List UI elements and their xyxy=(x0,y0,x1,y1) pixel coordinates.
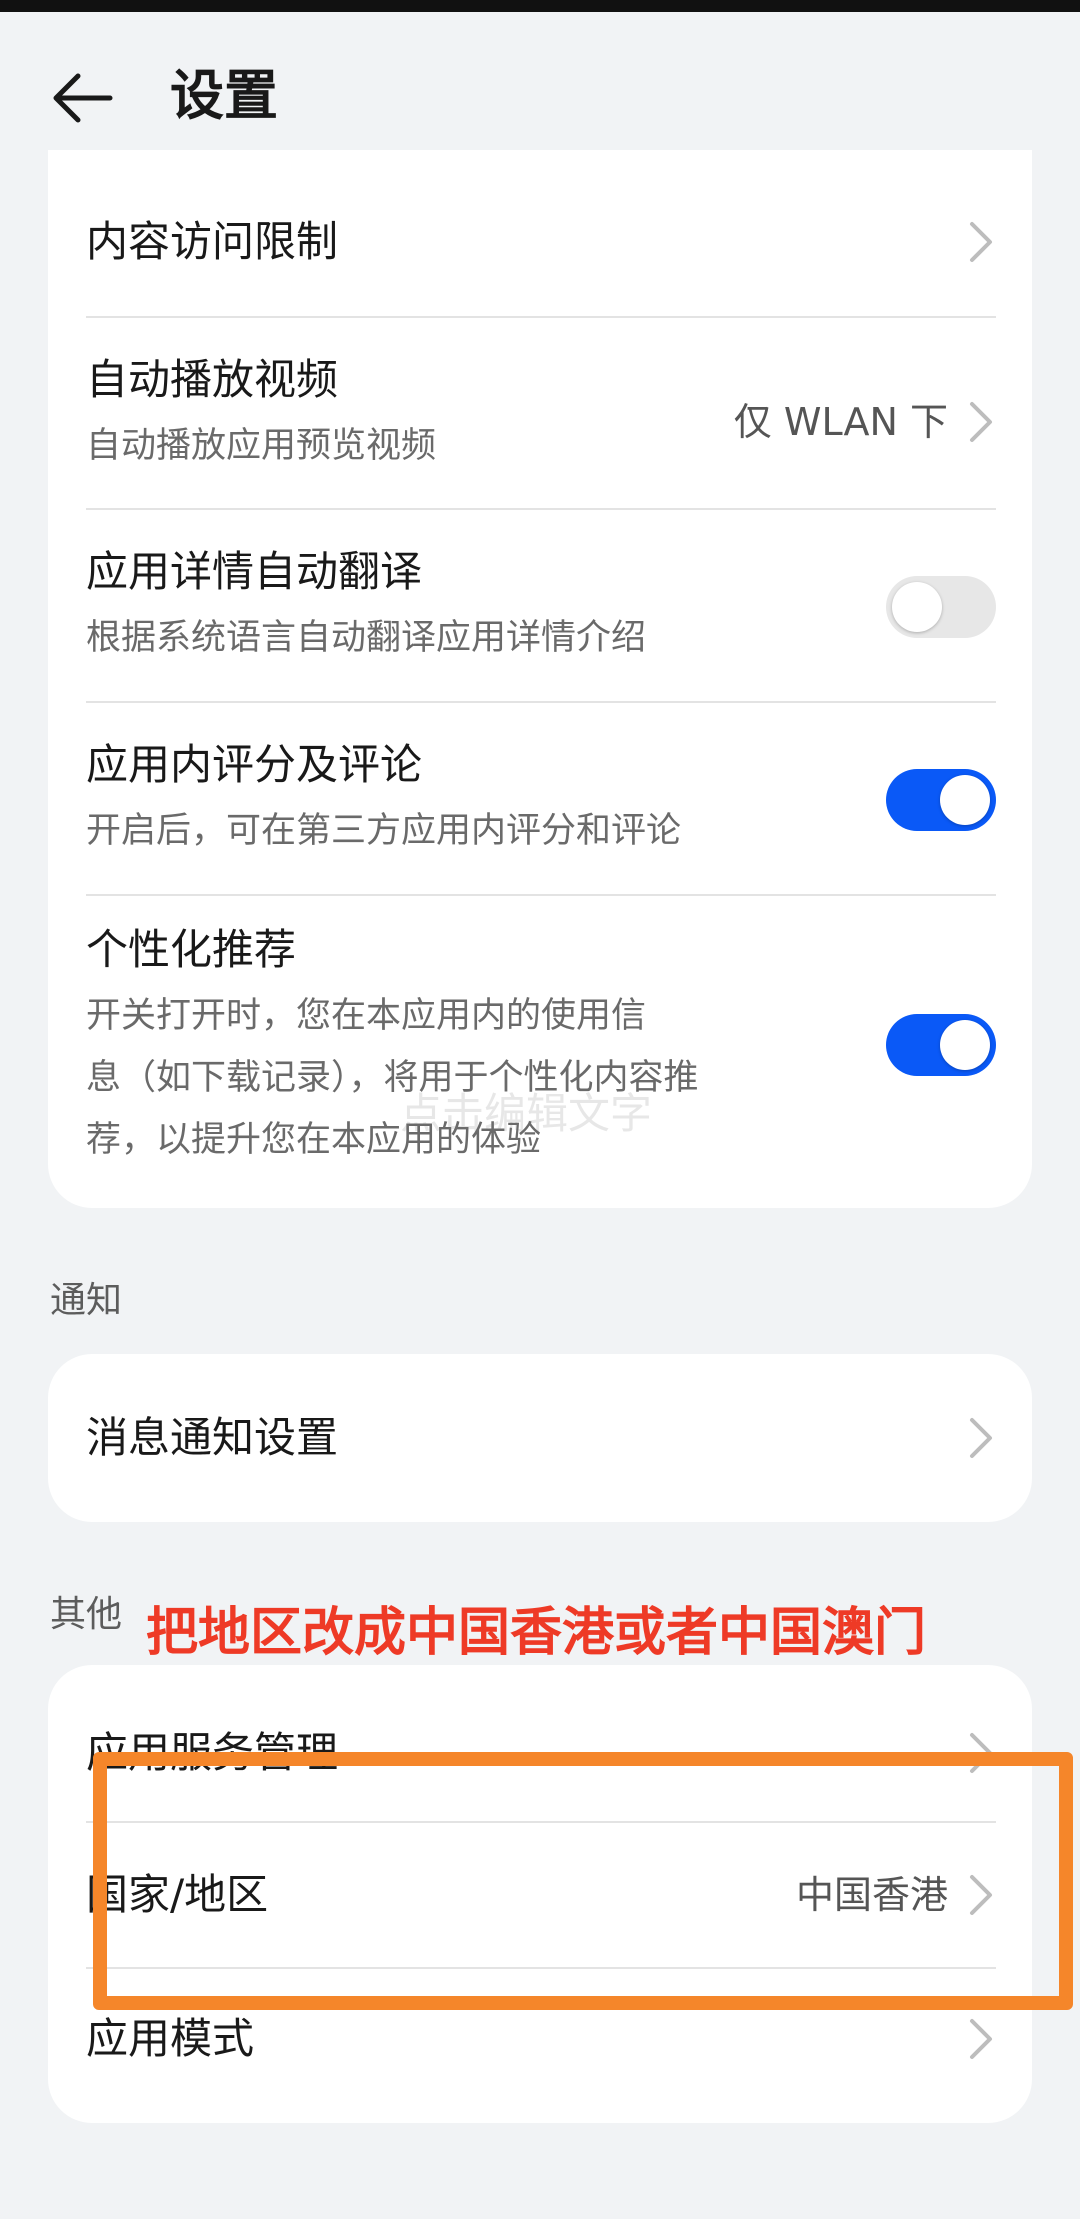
page-title: 设置 xyxy=(170,64,278,127)
watermark-text: 点击编辑文字 xyxy=(400,1089,653,1138)
chevron-right-icon xyxy=(968,1416,994,1460)
row-subtitle: 自动播放应用预览视频 xyxy=(86,426,437,466)
status-bar xyxy=(0,0,1080,12)
auto-translate-toggle[interactable] xyxy=(886,576,996,638)
row-subtitle-line-1: 开关打开时，您在本应用内的使用信 xyxy=(86,996,647,1036)
row-subtitle: 开启后，可在第三方应用内评分和评论 xyxy=(86,811,682,851)
notification-settings-row[interactable]: 消息通知设置 xyxy=(48,1354,1032,1522)
row-subtitle: 根据系统语言自动翻译应用详情介绍 xyxy=(86,618,647,658)
row-title: 应用详情自动翻译 xyxy=(86,547,423,596)
toggle-knob xyxy=(940,775,990,825)
annotation-text: 把地区改成中国香港或者中国澳门 xyxy=(146,1603,927,1663)
row-title: 个性化推荐 xyxy=(86,925,297,974)
row-title: 内容访问限制 xyxy=(86,217,339,266)
section-label-notifications: 通知 xyxy=(50,1280,123,1321)
chevron-right-icon xyxy=(968,2017,994,2061)
autoplay-value: 仅 WLAN 下 xyxy=(733,400,948,444)
row-title: 应用内评分及评论 xyxy=(86,740,423,789)
content-settings-card: 内容访问限制 自动播放视频 自动播放应用预览视频 仅 WLAN 下 应用详情自动… xyxy=(48,150,1032,1208)
row-title: 消息通知设置 xyxy=(86,1413,339,1462)
highlight-box xyxy=(93,1752,1073,2010)
notifications-card: 消息通知设置 xyxy=(48,1354,1032,1522)
auto-translate-row: 应用详情自动翻译 根据系统语言自动翻译应用详情介绍 xyxy=(48,510,1032,702)
back-arrow-icon[interactable] xyxy=(48,62,120,134)
row-title: 自动播放视频 xyxy=(86,355,339,404)
personalized-recommendation-row: 个性化推荐 开关打开时，您在本应用内的使用信 息（如下载记录），将用于个性化内容… xyxy=(48,896,1032,1208)
autoplay-video-row[interactable]: 自动播放视频 自动播放应用预览视频 仅 WLAN 下 xyxy=(48,318,1032,510)
personalized-recommendation-toggle[interactable] xyxy=(886,1014,996,1076)
in-app-rating-row: 应用内评分及评论 开启后，可在第三方应用内评分和评论 xyxy=(48,703,1032,895)
toggle-knob xyxy=(892,582,942,632)
content-access-restriction-row[interactable]: 内容访问限制 xyxy=(48,150,1032,318)
chevron-right-icon xyxy=(968,400,994,444)
row-title: 应用模式 xyxy=(86,2014,255,2063)
section-label-others: 其他 xyxy=(50,1594,123,1635)
in-app-rating-toggle[interactable] xyxy=(886,769,996,831)
toggle-knob xyxy=(940,1020,990,1070)
chevron-right-icon xyxy=(968,220,994,264)
